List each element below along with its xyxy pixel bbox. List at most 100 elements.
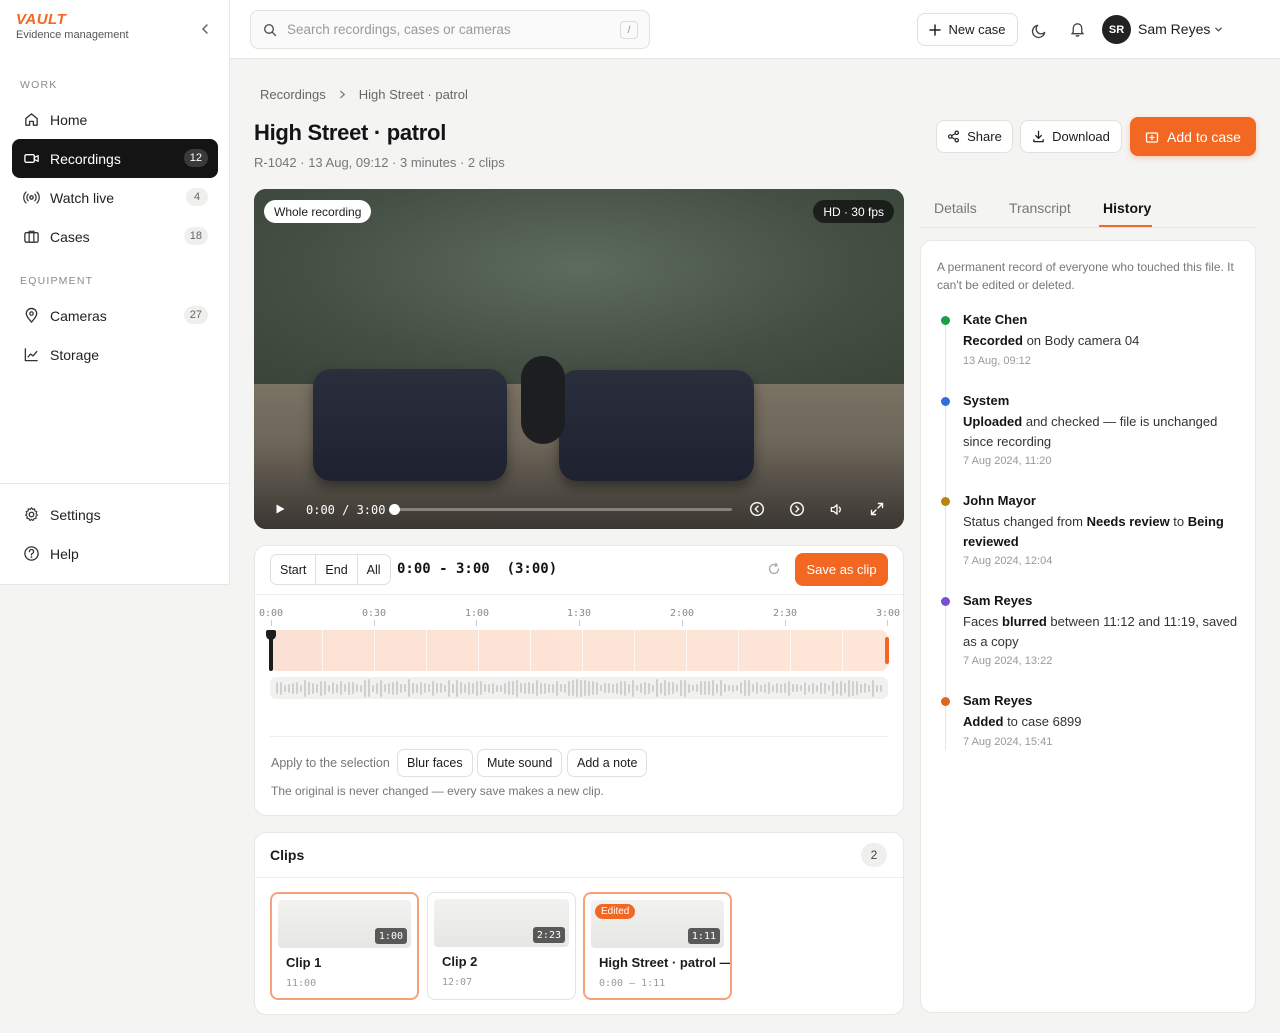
waveform-bar xyxy=(680,680,682,696)
refresh-icon xyxy=(767,562,781,576)
save-as-clip-button[interactable]: Save as clip xyxy=(795,553,888,586)
sidebar-item-home[interactable]: Home xyxy=(12,100,218,139)
player-controls: 0:00 / 3:00 xyxy=(254,489,904,529)
waveform-bar xyxy=(364,679,366,697)
video-player[interactable]: Whole recording HD · 30 fps 0:00 / 3:00 xyxy=(254,189,904,529)
add-note-button[interactable]: Add a note xyxy=(567,749,648,777)
dark-mode-toggle[interactable] xyxy=(1027,18,1051,42)
waveform-bar xyxy=(632,679,634,697)
video-frame-gear-stick xyxy=(521,356,565,444)
clip-duration: 1:00 xyxy=(374,928,407,944)
waveform-bar xyxy=(564,683,566,693)
filmstrip-frame-divider xyxy=(686,630,687,671)
sidebar-item-label: Help xyxy=(50,545,79,562)
clip-name: Clip 2 xyxy=(442,954,478,969)
fullscreen-button[interactable] xyxy=(869,501,885,517)
set-end-button[interactable]: End xyxy=(316,555,358,584)
sidebar-item-label: Cameras xyxy=(50,307,107,324)
sidebar-item-cameras[interactable]: Cameras 27 xyxy=(12,296,218,335)
new-case-button[interactable]: New case xyxy=(917,13,1018,46)
reset-selection-button[interactable] xyxy=(767,562,781,576)
filmstrip-selection[interactable] xyxy=(270,630,888,671)
playhead-icon[interactable] xyxy=(266,630,276,640)
waveform-bar xyxy=(348,681,350,695)
waveform-bar xyxy=(388,682,390,694)
tick-label: 1:30 xyxy=(567,608,592,619)
waveform-bar xyxy=(352,682,354,694)
scope-pill[interactable]: Whole recording xyxy=(264,200,372,223)
waveform-bar xyxy=(380,679,382,697)
waveform-bar xyxy=(288,683,290,693)
waveform-bar xyxy=(616,682,618,694)
tick-label: 0:30 xyxy=(362,608,387,619)
blur-faces-button[interactable]: Blur faces xyxy=(397,749,473,777)
sidebar-item-settings[interactable]: Settings xyxy=(12,495,218,534)
waveform-bar xyxy=(356,684,358,692)
waveform-bar xyxy=(596,681,598,695)
skip-back-button[interactable] xyxy=(749,501,765,517)
user-name[interactable]: Sam Reyes xyxy=(1138,21,1210,37)
collapse-sidebar-icon[interactable] xyxy=(198,22,212,36)
notifications-button[interactable] xyxy=(1065,17,1089,41)
event-time: 13 Aug, 09:12 xyxy=(963,355,1031,367)
waveform-bar xyxy=(376,682,378,694)
waveform-bar xyxy=(296,682,298,694)
tab-transcript[interactable]: Transcript xyxy=(1009,200,1071,216)
selection-end-handle[interactable] xyxy=(885,637,889,664)
waveform-bar xyxy=(344,684,346,692)
waveform-bar xyxy=(648,682,650,694)
waveform-bar xyxy=(592,681,594,695)
add-to-case-button[interactable]: Add to case xyxy=(1130,117,1256,156)
waveform-bar xyxy=(576,679,578,697)
set-start-button[interactable]: Start xyxy=(271,555,317,584)
sidebar-item-cases[interactable]: Cases 18 xyxy=(12,217,218,256)
waveform-bar xyxy=(484,684,486,692)
search-input[interactable] xyxy=(287,22,607,37)
volume-button[interactable] xyxy=(829,502,844,517)
event-action: Uploaded xyxy=(963,414,1023,429)
sidebar-item-help[interactable]: Help xyxy=(12,534,218,573)
vault-logo[interactable]: VAULT xyxy=(16,11,66,28)
seek-handle[interactable] xyxy=(389,504,400,515)
mute-sound-button[interactable]: Mute sound xyxy=(477,749,563,777)
clip-card[interactable]: 1:00 Clip 1 11:00 xyxy=(270,892,419,1000)
clip-card[interactable]: 2:23 Clip 2 12:07 xyxy=(427,892,576,1000)
clip-thumbnail: 2:23 xyxy=(434,899,569,947)
event-dot xyxy=(941,497,950,506)
search-box[interactable]: / xyxy=(250,10,650,49)
new-case-label: New case xyxy=(948,22,1006,37)
waveform-bar xyxy=(532,682,534,694)
sidebar: VAULT Evidence management WORK Home Reco… xyxy=(0,0,230,585)
play-button[interactable] xyxy=(274,503,286,515)
waveform-bar xyxy=(508,681,510,695)
tab-details[interactable]: Details xyxy=(934,200,977,216)
sidebar-item-recordings[interactable]: Recordings 12 xyxy=(12,139,218,178)
skip-forward-button[interactable] xyxy=(789,501,805,517)
waveform-bar xyxy=(544,682,546,694)
select-all-button[interactable]: All xyxy=(358,555,390,584)
waveform-bar xyxy=(620,681,622,695)
waveform-bar xyxy=(488,683,490,693)
waveform-bar xyxy=(572,680,574,696)
waveform-bar xyxy=(724,684,726,692)
chevron-right-icon xyxy=(338,87,347,102)
waveform-bar xyxy=(804,681,806,695)
breadcrumb-recordings[interactable]: Recordings xyxy=(260,87,326,102)
download-button[interactable]: Download xyxy=(1020,120,1122,153)
seek-bar[interactable] xyxy=(389,504,732,515)
filmstrip-frame-divider xyxy=(530,630,531,671)
waveform-bar xyxy=(588,680,590,696)
waveform-bar xyxy=(460,682,462,694)
clip-card[interactable]: Edited 1:11 High Street · patrol — 0:00 … xyxy=(583,892,732,1000)
tab-history[interactable]: History xyxy=(1103,200,1151,216)
sidebar-item-storage[interactable]: Storage xyxy=(12,335,218,374)
avatar[interactable]: SR xyxy=(1102,15,1131,44)
expand-icon xyxy=(869,501,885,517)
waveform-bar xyxy=(832,680,834,696)
waveform-bar xyxy=(284,684,286,692)
chevron-down-icon[interactable] xyxy=(1213,23,1224,38)
waveform-bar xyxy=(396,681,398,695)
sidebar-item-watch-live[interactable]: Watch live 4 xyxy=(12,178,218,217)
share-button[interactable]: Share xyxy=(936,120,1013,153)
clips-divider xyxy=(255,877,903,878)
